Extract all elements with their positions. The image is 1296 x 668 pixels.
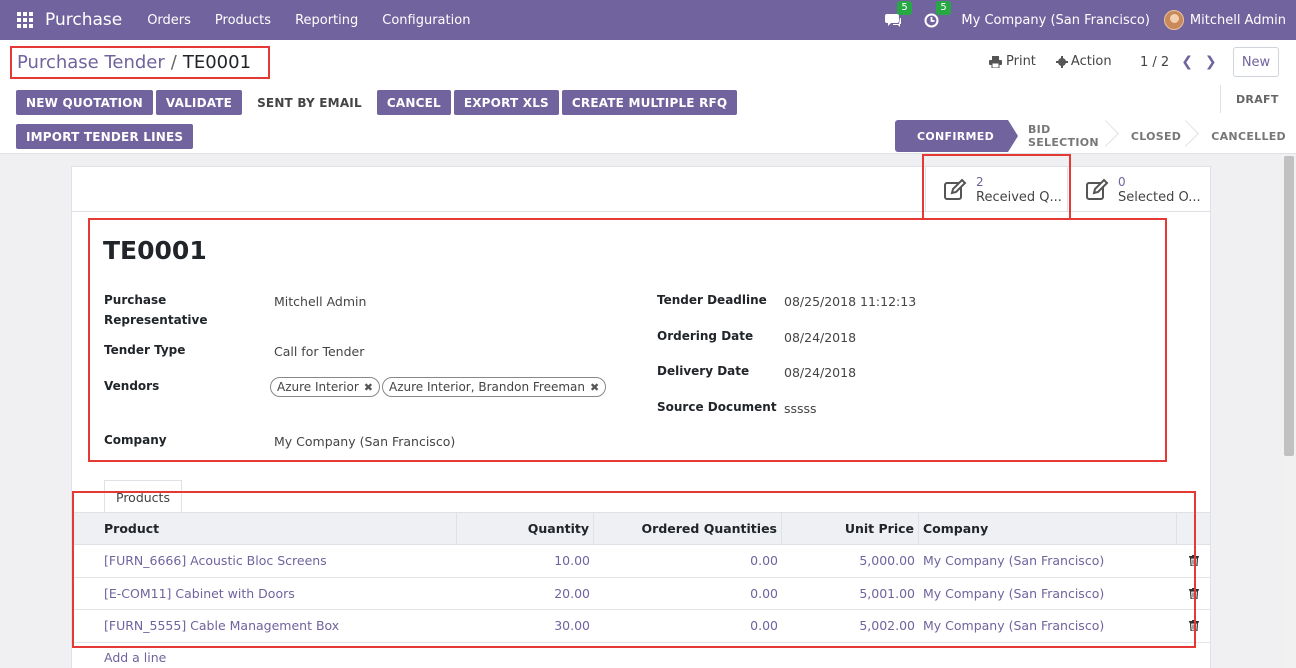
purchase-rep-label-line-2: Representative	[104, 313, 208, 327]
company-label: Company	[104, 433, 167, 447]
delivery-date-label: Delivery Date	[657, 364, 750, 378]
status-closed[interactable]: CLOSED	[1111, 120, 1191, 152]
selected-count: 0	[1118, 174, 1126, 189]
sent-by-email-button[interactable]: SENT BY EMAIL	[245, 90, 374, 115]
breadcrumb-current: TE0001	[182, 52, 252, 73]
ordering-date-label: Ordering Date	[657, 329, 754, 343]
company-switcher[interactable]: My Company (San Francisco)	[961, 13, 1149, 28]
highlight-received-quotations	[922, 154, 1071, 220]
breadcrumb-separator: /	[170, 52, 177, 73]
delivery-date-field[interactable]: 08/24/2018	[784, 365, 856, 380]
messages-button[interactable]: 5	[885, 0, 912, 28]
ordering-date-field[interactable]: 08/24/2018	[784, 330, 856, 345]
validate-button[interactable]: VALIDATE	[155, 90, 243, 115]
clock-icon	[924, 13, 939, 27]
source-document-field[interactable]: sssss	[784, 401, 817, 416]
purchase-rep-field[interactable]: Mitchell Admin	[274, 294, 366, 309]
menu-orders[interactable]: Orders	[135, 13, 203, 28]
print-menu-button[interactable]: Print	[989, 54, 1036, 69]
user-menu[interactable]: Mitchell Admin	[1190, 13, 1286, 28]
tender-type-label: Tender Type	[104, 343, 186, 357]
apps-menu-icon[interactable]	[17, 12, 33, 28]
breadcrumb-parent[interactable]: Purchase Tender	[17, 52, 165, 73]
company-field[interactable]: My Company (San Francisco)	[274, 434, 455, 449]
remove-tag-icon[interactable]: ✖	[590, 381, 599, 394]
vendors-label: Vendors	[104, 379, 160, 393]
vendor-tag-label: Azure Interior, Brandon Freeman	[388, 380, 585, 394]
messages-badge: 5	[897, 0, 912, 15]
user-avatar[interactable]	[1163, 10, 1184, 30]
record-title: TE0001	[103, 236, 207, 265]
header-buttons-row: NEW QUOTATION VALIDATE SENT BY EMAIL CAN…	[16, 90, 740, 115]
pager: 1 / 2 ❮ ❯	[1140, 54, 1217, 70]
sidebar-actions: Print Action	[989, 54, 1112, 69]
status-bid-selection[interactable]: BID SELECTION	[1008, 120, 1111, 152]
pager-value[interactable]: 1 / 2	[1140, 55, 1169, 70]
chat-icon	[885, 13, 902, 27]
top-navbar: Purchase Orders Products Reporting Confi…	[0, 0, 1296, 40]
source-document-label: Source Document	[657, 400, 777, 414]
remove-tag-icon[interactable]: ✖	[364, 381, 373, 394]
selected-label: Selected O...	[1118, 189, 1201, 205]
edit-icon	[1086, 178, 1109, 200]
import-tender-lines-button[interactable]: IMPORT TENDER LINES	[16, 124, 194, 149]
print-icon	[989, 55, 1002, 68]
cancel-button[interactable]: CANCEL	[376, 90, 451, 115]
tender-type-field[interactable]: Call for Tender	[274, 344, 364, 359]
vendor-tag[interactable]: Azure Interior ✖	[270, 377, 380, 397]
breadcrumb: Purchase Tender / TE0001	[10, 46, 270, 79]
highlight-main-fields	[88, 218, 1167, 462]
page-scrollbar[interactable]	[1282, 154, 1296, 668]
add-line-link[interactable]: Add a line	[104, 650, 166, 665]
menu-reporting[interactable]: Reporting	[283, 13, 370, 28]
control-panel: Purchase Tender / TE0001 Print Action 1 …	[0, 40, 1296, 154]
activities-badge: 5	[936, 0, 951, 15]
header-buttons-row-2: IMPORT TENDER LINES	[16, 124, 196, 149]
vendors-field[interactable]: Azure Interior ✖ Azure Interior, Brandon …	[270, 377, 608, 397]
menu-configuration[interactable]: Configuration	[370, 13, 482, 28]
action-label: Action	[1070, 54, 1112, 69]
draft-status-label: DRAFT	[1220, 85, 1279, 113]
purchase-rep-label: Purchase Representative	[104, 290, 208, 330]
purchase-rep-label-line-1: Purchase	[104, 293, 167, 307]
new-quotation-button[interactable]: NEW QUOTATION	[16, 90, 153, 115]
gear-icon	[1055, 55, 1068, 68]
menu-products[interactable]: Products	[203, 13, 283, 28]
scrollbar-thumb[interactable]	[1284, 156, 1294, 456]
print-label: Print	[1006, 54, 1036, 69]
action-menu-button[interactable]: Action	[1055, 54, 1112, 69]
new-button[interactable]: New	[1233, 47, 1279, 77]
main-menu: Orders Products Reporting Configuration	[135, 13, 482, 28]
status-confirmed[interactable]: CONFIRMED	[895, 120, 1018, 152]
app-brand[interactable]: Purchase	[45, 10, 122, 30]
create-multiple-rfq-button[interactable]: CREATE MULTIPLE RFQ	[561, 90, 738, 115]
tender-deadline-label: Tender Deadline	[657, 293, 767, 307]
pager-previous-icon[interactable]: ❮	[1181, 54, 1193, 70]
systray: 5 5 My Company (San Francisco) Mitchell …	[885, 0, 1286, 40]
activities-button[interactable]: 5	[924, 0, 951, 28]
tender-deadline-field[interactable]: 08/25/2018 11:12:13	[784, 294, 916, 309]
vendor-tag[interactable]: Azure Interior, Brandon Freeman ✖	[381, 377, 607, 397]
highlight-product-lines	[72, 491, 1196, 648]
export-xls-button[interactable]: EXPORT XLS	[453, 90, 559, 115]
status-cancelled[interactable]: CANCELLED	[1191, 120, 1296, 152]
statusbar: CONFIRMED BID SELECTION CLOSED CANCELLED	[895, 120, 1296, 152]
pager-next-icon[interactable]: ❯	[1205, 54, 1217, 70]
vendor-tag-label: Azure Interior	[277, 380, 359, 394]
selected-orders-button[interactable]: 0 Selected O...	[1067, 167, 1209, 212]
